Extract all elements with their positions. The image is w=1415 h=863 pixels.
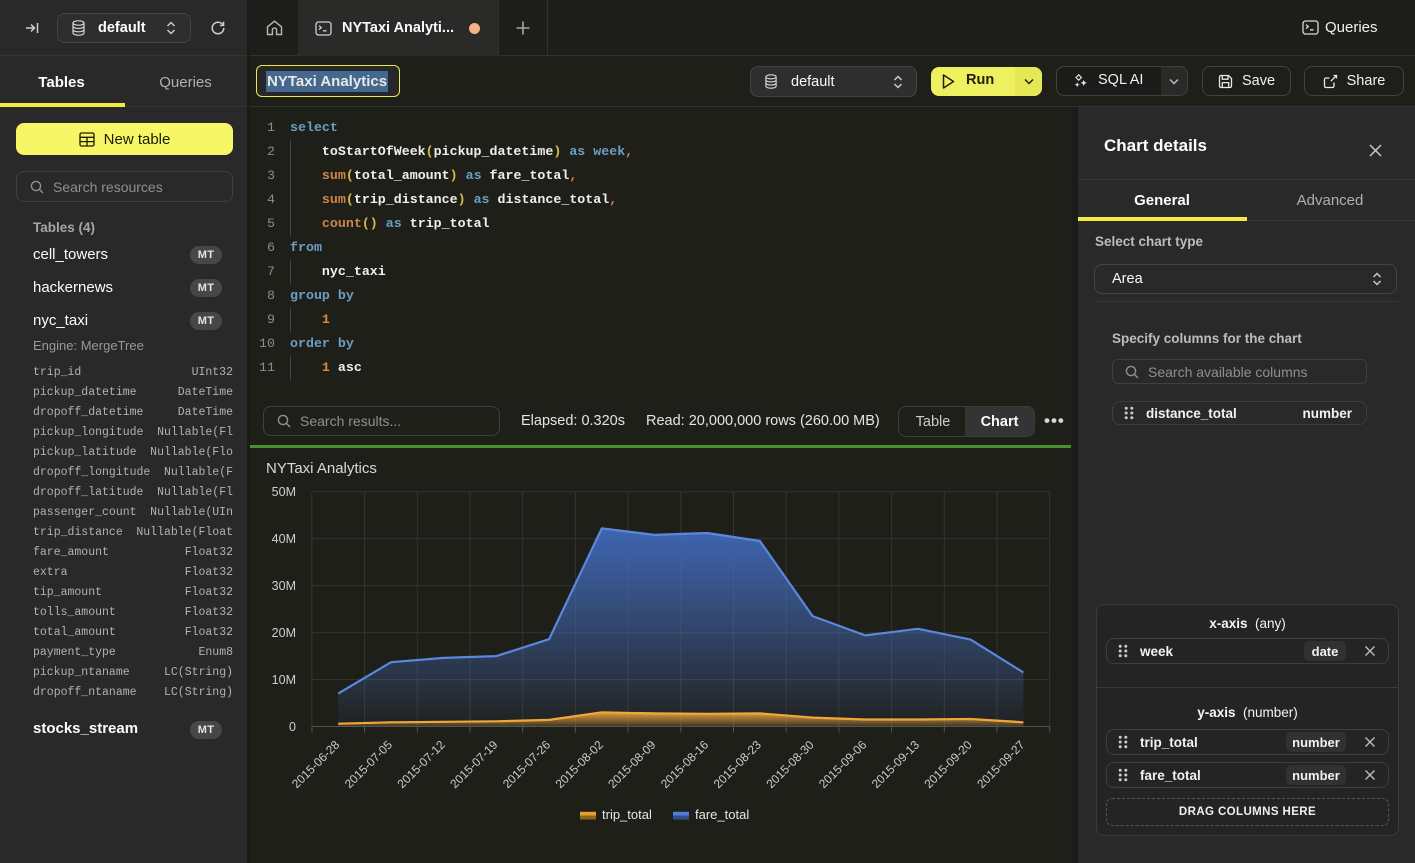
svg-text:2015-07-19: 2015-07-19 xyxy=(447,737,501,791)
svg-text:30M: 30M xyxy=(272,579,296,593)
svg-text:40M: 40M xyxy=(272,532,296,546)
svg-text:2015-07-05: 2015-07-05 xyxy=(342,737,396,791)
svg-text:2015-08-23: 2015-08-23 xyxy=(711,737,765,791)
svg-text:2015-07-12: 2015-07-12 xyxy=(395,737,449,791)
svg-text:2015-09-20: 2015-09-20 xyxy=(921,737,975,791)
svg-text:2015-09-06: 2015-09-06 xyxy=(816,737,870,791)
svg-text:50M: 50M xyxy=(272,485,296,499)
svg-text:2015-09-27: 2015-09-27 xyxy=(974,737,1028,791)
svg-text:NYTaxi Analytics: NYTaxi Analytics xyxy=(266,460,377,477)
svg-text:2015-08-02: 2015-08-02 xyxy=(553,737,607,791)
svg-text:2015-08-09: 2015-08-09 xyxy=(605,737,659,791)
svg-text:20M: 20M xyxy=(272,626,296,640)
svg-text:2015-09-13: 2015-09-13 xyxy=(869,737,923,791)
svg-text:trip_total: trip_total xyxy=(602,807,652,822)
svg-text:2015-08-16: 2015-08-16 xyxy=(658,737,712,791)
svg-text:2015-07-26: 2015-07-26 xyxy=(500,737,554,791)
svg-text:fare_total: fare_total xyxy=(695,807,749,822)
svg-text:0: 0 xyxy=(289,720,296,734)
svg-text:2015-08-30: 2015-08-30 xyxy=(763,737,817,791)
svg-text:10M: 10M xyxy=(272,673,296,687)
svg-text:2015-06-28: 2015-06-28 xyxy=(289,737,343,791)
